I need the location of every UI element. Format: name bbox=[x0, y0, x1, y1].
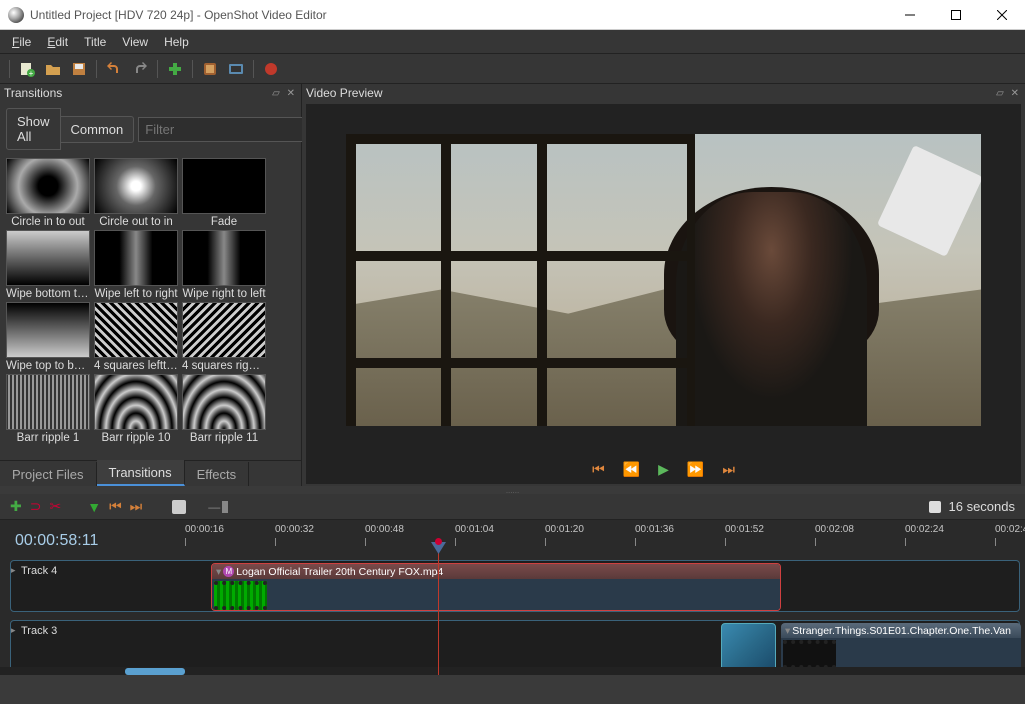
transition-item[interactable]: Fade bbox=[182, 158, 266, 228]
transition-item[interactable]: Wipe top to bot... bbox=[6, 302, 90, 372]
panel-close-icon[interactable]: ✕ bbox=[1011, 88, 1021, 99]
new-project-button[interactable]: + bbox=[15, 57, 39, 81]
next-marker-button[interactable]: ⏭ bbox=[130, 498, 143, 515]
redo-button[interactable] bbox=[128, 57, 152, 81]
panel-close-icon[interactable]: ✕ bbox=[287, 88, 297, 99]
timeline-scrollbar-thumb[interactable] bbox=[125, 668, 185, 675]
app-logo bbox=[8, 7, 24, 23]
transition-item[interactable]: Wipe bottom to... bbox=[6, 230, 90, 300]
center-playhead-button[interactable] bbox=[172, 500, 186, 514]
transition-item[interactable]: Circle in to out bbox=[6, 158, 90, 228]
snap-button[interactable]: ⊃ bbox=[30, 498, 42, 515]
prev-marker-button[interactable]: ⏮ bbox=[109, 498, 122, 515]
export-button[interactable] bbox=[259, 57, 283, 81]
undo-button[interactable] bbox=[102, 57, 126, 81]
menubar: File Edit Title View Help bbox=[0, 30, 1025, 54]
filter-input[interactable] bbox=[138, 117, 328, 142]
window-title: Untitled Project [HDV 720 24p] - OpenSho… bbox=[30, 8, 887, 22]
project-files-tab[interactable]: Project Files bbox=[0, 462, 97, 486]
import-files-button[interactable] bbox=[163, 57, 187, 81]
jump-start-button[interactable]: ⏮ bbox=[592, 461, 605, 478]
video-clip[interactable]: ▾ M Logan Official Trailer 20th Century … bbox=[211, 563, 781, 611]
maximize-button[interactable] bbox=[933, 0, 979, 30]
main-toolbar: + bbox=[0, 54, 1025, 84]
playback-controls: ⏮ ⏪ ▶ ⏩ ⏭ bbox=[306, 456, 1021, 484]
track-collapse-icon[interactable]: ▸ bbox=[11, 625, 16, 636]
close-button[interactable] bbox=[979, 0, 1025, 30]
timeline-scrollbar-track[interactable] bbox=[0, 667, 1025, 675]
fullscreen-button[interactable] bbox=[224, 57, 248, 81]
zoom-slider[interactable]: — bbox=[208, 500, 228, 514]
track-label: Track 3 bbox=[21, 625, 57, 637]
clip-title: Logan Official Trailer 20th Century FOX.… bbox=[236, 566, 443, 578]
open-project-button[interactable] bbox=[41, 57, 65, 81]
panel-detach-icon[interactable]: ▱ bbox=[996, 88, 1006, 99]
play-button[interactable]: ▶ bbox=[658, 461, 669, 478]
transitions-grid[interactable]: Circle in to out Circle out to in Fade W… bbox=[0, 156, 301, 460]
jump-end-button[interactable]: ⏭ bbox=[722, 461, 735, 478]
track-4[interactable]: ▸ Track 4 ▾ M Logan Official Trailer 20t… bbox=[10, 560, 1020, 612]
titlebar: Untitled Project [HDV 720 24p] - OpenSho… bbox=[0, 0, 1025, 30]
preview-panel: Video Preview ▱ ✕ bbox=[302, 84, 1025, 486]
show-all-tab[interactable]: Show All bbox=[6, 108, 61, 150]
timeline-position: 00:00:58:11 bbox=[15, 532, 98, 550]
timeline[interactable]: 00:00:58:11 00:00:16 00:00:32 00:00:48 0… bbox=[0, 520, 1025, 675]
menu-view[interactable]: View bbox=[114, 32, 156, 52]
preview-panel-title: Video Preview bbox=[306, 86, 383, 100]
zoom-label: 16 seconds bbox=[949, 499, 1016, 514]
transition-item[interactable]: Barr ripple 11 bbox=[182, 374, 266, 444]
add-track-button[interactable]: ✚ bbox=[10, 498, 22, 515]
transition-item[interactable]: Barr ripple 1 bbox=[6, 374, 90, 444]
splitter-handle[interactable]: ...... bbox=[0, 486, 1025, 494]
transition-item[interactable]: Wipe right to left bbox=[182, 230, 266, 300]
profile-button[interactable] bbox=[198, 57, 222, 81]
zoom-checkbox[interactable] bbox=[929, 501, 941, 513]
menu-help[interactable]: Help bbox=[156, 32, 197, 52]
transition-item[interactable]: 4 squares right ... bbox=[182, 302, 266, 372]
menu-file[interactable]: File bbox=[4, 32, 39, 52]
panel-detach-icon[interactable]: ▱ bbox=[272, 88, 282, 99]
save-project-button[interactable] bbox=[67, 57, 91, 81]
minimize-button[interactable] bbox=[887, 0, 933, 30]
transition-item[interactable]: Circle out to in bbox=[94, 158, 178, 228]
fast-forward-button[interactable]: ⏩ bbox=[687, 461, 704, 478]
transition-item[interactable]: Wipe left to right bbox=[94, 230, 178, 300]
track-collapse-icon[interactable]: ▸ bbox=[11, 565, 16, 576]
menu-edit[interactable]: Edit bbox=[39, 32, 76, 52]
video-clip[interactable]: ▾ Stranger.Things.S01E01.Chapter.One.The… bbox=[781, 623, 1021, 671]
transitions-panel-title: Transitions bbox=[4, 86, 62, 100]
transition-clip[interactable] bbox=[721, 623, 776, 671]
razor-button[interactable]: ✂ bbox=[49, 498, 61, 515]
svg-text:+: + bbox=[29, 69, 34, 77]
effect-badge: M bbox=[223, 566, 234, 577]
clip-menu-icon[interactable]: ▾ bbox=[216, 566, 221, 578]
track-3[interactable]: ▸ Track 3 ▾ Stranger.Things.S01E01.Chapt… bbox=[10, 620, 1020, 672]
clip-title: Stranger.Things.S01E01.Chapter.One.The.V… bbox=[792, 625, 1011, 637]
video-preview[interactable] bbox=[346, 134, 981, 426]
effects-tab[interactable]: Effects bbox=[185, 462, 250, 486]
menu-title[interactable]: Title bbox=[76, 32, 114, 52]
clip-menu-icon[interactable]: ▾ bbox=[785, 625, 790, 637]
add-marker-button[interactable]: ▼ bbox=[87, 499, 101, 515]
transition-item[interactable]: Barr ripple 10 bbox=[94, 374, 178, 444]
timeline-toolbar: ✚ ⊃ ✂ ▼ ⏮ ⏭ — 16 seconds bbox=[0, 494, 1025, 520]
playhead[interactable] bbox=[438, 550, 439, 675]
rewind-button[interactable]: ⏪ bbox=[623, 461, 640, 478]
transitions-panel: Transitions ▱ ✕ Show All Common ⊗ Circle… bbox=[0, 84, 302, 486]
common-tab[interactable]: Common bbox=[61, 116, 135, 143]
track-label: Track 4 bbox=[21, 565, 57, 577]
timeline-ruler[interactable]: 00:00:16 00:00:32 00:00:48 00:01:04 00:0… bbox=[125, 520, 1025, 554]
transitions-tab[interactable]: Transitions bbox=[97, 460, 185, 486]
transition-item[interactable]: 4 squares leftt b... bbox=[94, 302, 178, 372]
